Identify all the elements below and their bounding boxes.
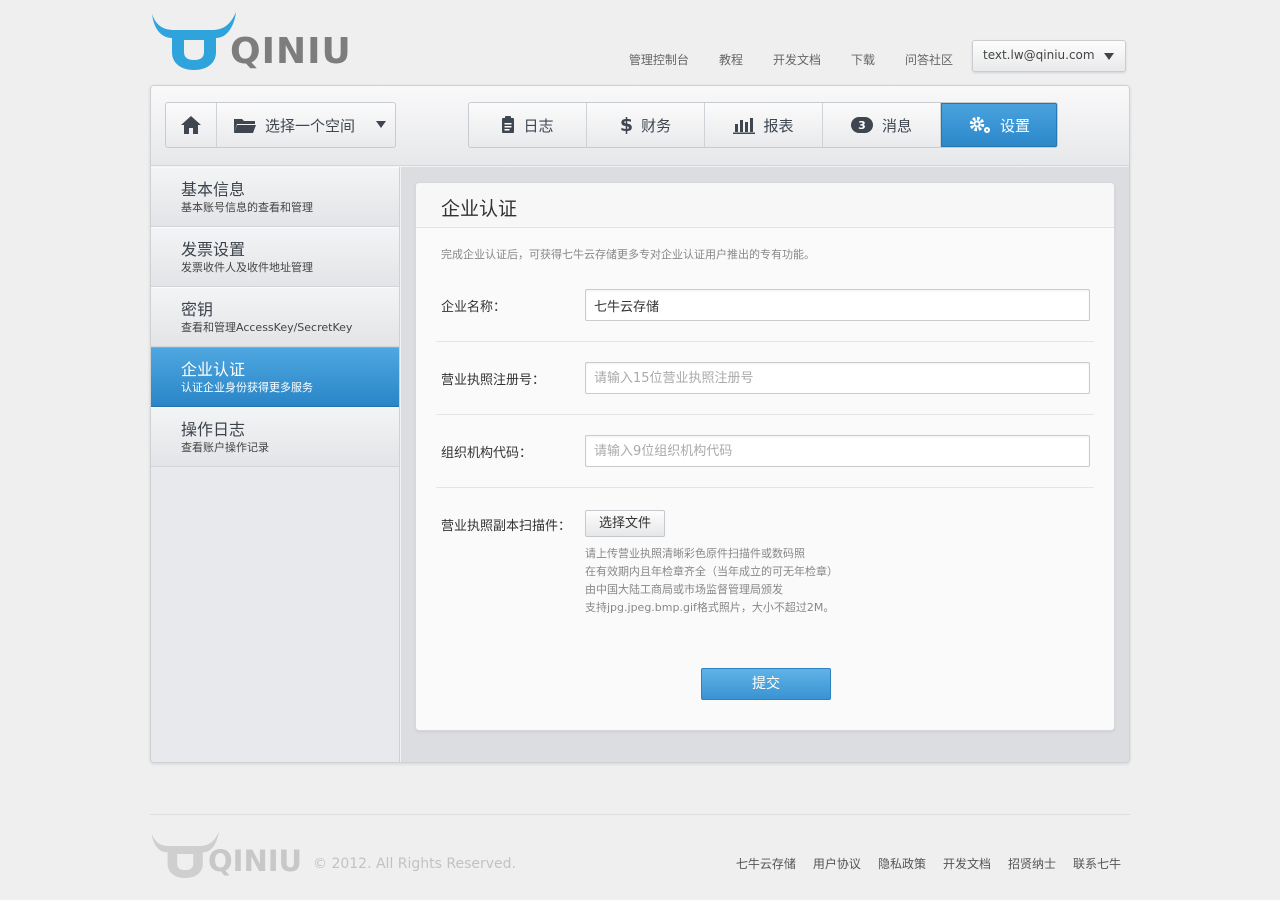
- tab-reports[interactable]: 报表: [705, 103, 823, 147]
- copyright-text: © 2012. All Rights Reserved.: [313, 856, 517, 872]
- tab-settings-label: 设置: [999, 116, 1030, 135]
- sidebar-item-desc: 查看和管理AccessKey/SecretKey: [181, 321, 353, 334]
- footer-logo[interactable]: QINIU: [150, 828, 310, 882]
- space-selector-group: 选择一个空间: [165, 102, 396, 148]
- user-email: text.lw@qiniu.com: [983, 48, 1095, 62]
- chevron-down-icon: [1104, 53, 1114, 60]
- top-nav-tutorial[interactable]: 教程: [719, 52, 743, 68]
- divider: [436, 487, 1094, 488]
- footer-logo-wordmark: QINIU: [208, 844, 303, 878]
- sidebar-item-invoice[interactable]: 发票设置 发票收件人及收件地址管理: [151, 227, 399, 287]
- submit-button[interactable]: 提交: [701, 668, 831, 700]
- panel-title: 企业认证: [416, 183, 1114, 228]
- footer-link-contact[interactable]: 联系七牛: [1073, 855, 1121, 872]
- sidebar-item-title: 发票设置: [181, 240, 246, 259]
- bull-logo-icon: [152, 12, 236, 70]
- upload-note: 支持jpg.jpeg.bmp.gif格式照片，大小不超过2M。: [585, 601, 835, 614]
- company-name-label: 企业名称：: [441, 300, 507, 315]
- footer-link-careers[interactable]: 招贤纳士: [1008, 855, 1056, 872]
- tab-messages[interactable]: 3 消息: [823, 103, 941, 147]
- upload-note: 请上传营业执照清晰彩色原件扫描件或数码照: [585, 547, 805, 560]
- tab-finance-label: 财务: [641, 116, 672, 135]
- sidebar: 基本信息 基本账号信息的查看和管理 发票设置 发票收件人及收件地址管理 密钥 查…: [151, 167, 400, 762]
- bar-chart-icon: [733, 118, 756, 134]
- tab-logs[interactable]: 日志: [469, 103, 587, 147]
- gears-icon: [969, 116, 990, 133]
- divider: [436, 414, 1094, 415]
- space-select[interactable]: 选择一个空间: [217, 103, 395, 147]
- divider: [436, 341, 1094, 342]
- top-nav: 管理控制台 教程 开发文档 下载 问答社区: [599, 52, 953, 68]
- home-button[interactable]: [166, 103, 217, 147]
- tab-reports-label: 报表: [763, 116, 794, 135]
- message-count-badge: 3: [850, 117, 873, 133]
- sidebar-item-desc: 基本账号信息的查看和管理: [181, 201, 313, 214]
- tab-logs-label: 日志: [523, 116, 554, 135]
- upload-note: 在有效期内且年检章齐全（当年成立的可无年检章）: [585, 565, 838, 578]
- footer-link-docs[interactable]: 开发文档: [943, 855, 991, 872]
- sidebar-item-operation-log[interactable]: 操作日志 查看账户操作记录: [151, 407, 399, 467]
- sidebar-item-desc: 发票收件人及收件地址管理: [181, 261, 313, 274]
- top-nav-console[interactable]: 管理控制台: [629, 52, 689, 68]
- tab-finance[interactable]: $ 财务: [587, 103, 705, 147]
- tab-settings[interactable]: 设置: [941, 103, 1057, 147]
- clipboard-icon: [502, 116, 515, 133]
- sidebar-item-basic-info[interactable]: 基本信息 基本账号信息的查看和管理: [151, 167, 399, 227]
- sidebar-item-title: 企业认证: [181, 360, 246, 379]
- panel-intro: 完成企业认证后，可获得七牛云存储更多专对企业认证用户推出的专有功能。: [441, 248, 815, 261]
- top-nav-docs[interactable]: 开发文档: [773, 52, 821, 68]
- company-name-field[interactable]: [585, 289, 1090, 321]
- license-no-label: 营业执照注册号：: [441, 373, 546, 388]
- caret-down-icon: [376, 121, 386, 128]
- sidebar-item-enterprise-auth[interactable]: 企业认证 认证企业身份获得更多服务: [151, 347, 399, 407]
- tab-messages-label: 消息: [881, 116, 912, 135]
- org-code-field[interactable]: [585, 435, 1090, 467]
- home-icon: [181, 116, 201, 134]
- sidebar-item-desc: 认证企业身份获得更多服务: [181, 381, 313, 394]
- license-scan-label: 营业执照副本扫描件：: [441, 519, 572, 534]
- footer-divider: [150, 814, 1130, 815]
- top-nav-download[interactable]: 下载: [851, 52, 875, 68]
- top-nav-community[interactable]: 问答社区: [905, 52, 953, 68]
- sidebar-item-title: 基本信息: [181, 180, 246, 199]
- choose-file-button[interactable]: 选择文件: [585, 510, 665, 537]
- footer-link-qiniu[interactable]: 七牛云存储: [736, 855, 796, 872]
- qiniu-logo[interactable]: QINIU: [150, 8, 351, 74]
- folder-icon: [234, 119, 256, 133]
- main-tabs: 日志 $ 财务 报表 3 消息 设置: [468, 102, 1058, 148]
- user-menu[interactable]: text.lw@qiniu.com: [972, 40, 1126, 72]
- license-no-field[interactable]: [585, 362, 1090, 394]
- main-frame: 选择一个空间 日志 $ 财务 报表 3 消息 设置 基本信息 基本账号信息的查看…: [150, 85, 1130, 763]
- sidebar-item-desc: 查看账户操作记录: [181, 441, 269, 454]
- sidebar-item-title: 操作日志: [181, 420, 246, 439]
- sidebar-item-keys[interactable]: 密钥 查看和管理AccessKey/SecretKey: [151, 287, 399, 347]
- upload-note: 由中国大陆工商局或市场监督管理局颁发: [585, 583, 783, 596]
- enterprise-auth-panel: 企业认证 完成企业认证后，可获得七牛云存储更多专对企业认证用户推出的专有功能。 …: [415, 182, 1115, 731]
- space-select-label: 选择一个空间: [265, 116, 356, 135]
- sidebar-item-title: 密钥: [181, 300, 214, 319]
- footer-link-privacy[interactable]: 隐私政策: [878, 855, 926, 872]
- org-code-label: 组织机构代码：: [441, 446, 533, 461]
- footer-links: 七牛云存储 用户协议 隐私政策 开发文档 招贤纳士 联系七牛: [719, 855, 1121, 872]
- toolbar: 选择一个空间 日志 $ 财务 报表 3 消息 设置: [151, 86, 1129, 166]
- footer-link-agreement[interactable]: 用户协议: [813, 855, 861, 872]
- logo-wordmark: QINIU: [230, 31, 352, 72]
- dollar-icon: $: [619, 114, 634, 136]
